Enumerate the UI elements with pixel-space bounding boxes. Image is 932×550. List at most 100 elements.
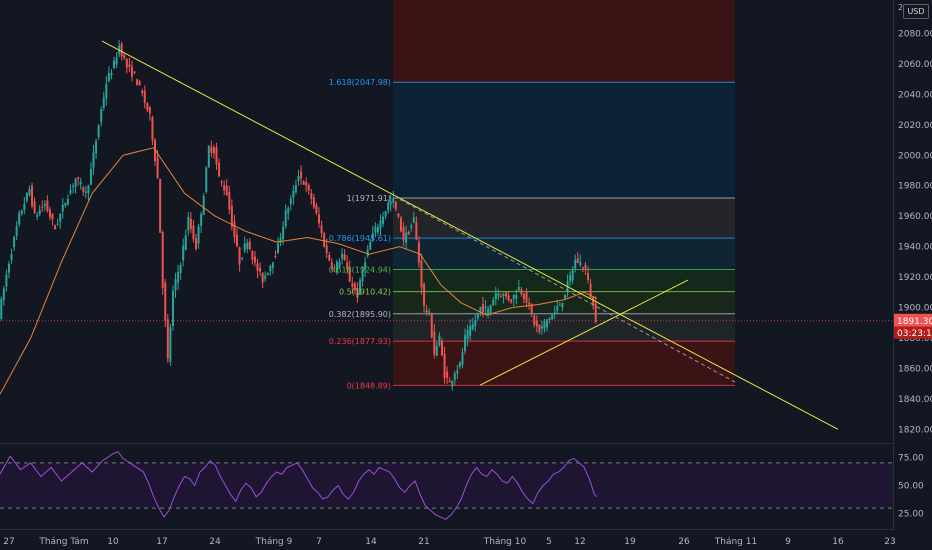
candle-body [469,326,472,336]
candle-body [177,272,180,283]
currency-badge[interactable]: USD [903,4,929,19]
candle-body [584,265,587,269]
candle-body [305,182,308,186]
candle-body [125,58,128,68]
candle-body [120,43,123,57]
candle-body [415,222,418,240]
candle-body [556,306,559,311]
candle-body [538,324,541,332]
price-tick-label: 2080.00 [898,29,932,39]
chart-canvas[interactable]: 0(1848.89) 0.236(1877.93) 0.382(1895.90) 0.… [0,0,932,550]
candle-body [512,294,515,299]
candle-body [533,315,536,325]
candle-body [25,192,28,201]
candle-body [43,203,46,207]
candle-body [7,263,10,273]
candle-body [166,319,169,359]
candle-body [251,251,254,260]
price-tick-label: 1960.00 [898,212,932,222]
candle-body [520,289,523,295]
candle-body [428,311,431,313]
time-tick-label: 14 [365,537,377,547]
candle-body [579,262,582,266]
candle-body [561,302,564,308]
candle-body [187,216,190,231]
candle-body [151,117,154,141]
candle-body [36,214,39,217]
candle-body [446,371,449,378]
candle-body [18,213,21,225]
candle-body [92,152,95,168]
candle-body [66,199,69,205]
candle-body [141,90,144,94]
candle-body [271,262,274,268]
candle-body [38,209,41,215]
candle-body [453,373,456,381]
candle-body [292,190,295,198]
candle-body [558,304,561,306]
candle-body [156,157,159,179]
candle-body [33,201,36,213]
candle-body [13,236,16,248]
candle-body [302,181,305,185]
candle-body [407,231,410,235]
time-tick-label: 23 [884,537,895,547]
candle-body [174,279,177,291]
candle-body [23,204,26,210]
candle-body [397,213,400,217]
candle-body [248,241,251,249]
candle-body [212,147,215,154]
time-tick-label: Tháng 9 [255,537,293,547]
candle-body [238,247,241,265]
candle-body [587,272,590,280]
candle-body [277,243,280,254]
fib-label-0.236: 0.236(1877.93) [329,337,391,346]
price-tick-label: 1860.00 [898,364,932,374]
candle-body [571,269,574,281]
candle-body [41,206,44,208]
fib-label-0.786: 0.786(1945.61) [329,234,391,243]
candle-body [399,217,402,232]
fib-zone-top [393,0,735,83]
candle-body [366,249,369,257]
candle-body [15,226,18,236]
candle-body [205,167,208,192]
rsi-panel: 75.00 50.00 25.00 [0,450,924,520]
candle-body [123,55,126,59]
candle-body [171,290,174,327]
candle-body [492,299,495,306]
price-tick-label: 1980.00 [898,182,932,192]
candle-body [351,283,354,287]
candle-body [10,253,13,261]
candle-body [161,232,164,288]
candle-body [494,292,497,300]
candle-body [379,220,382,229]
candle-body [476,312,479,319]
candle-body [200,214,203,226]
candle-body [236,234,239,247]
candle-body [328,255,331,261]
candle-body [440,341,443,356]
rsi-tick-label: 50.00 [898,482,924,492]
candle-body [207,146,210,168]
candle-body [435,345,438,357]
candle-body [315,204,318,214]
price-tick-label: 2020.00 [898,121,932,131]
time-tick-label: 9 [785,537,791,547]
candle-body [505,292,508,297]
candle-body [87,185,90,194]
candle-body [540,326,543,329]
candle-body [499,296,502,298]
candle-body [79,182,82,185]
candle-body [464,335,467,352]
candle-body [20,210,23,214]
candle-body [77,177,80,179]
candle-body [218,162,221,177]
candle-body [502,294,505,297]
candle-body [72,185,75,187]
fib-labels: 0(1848.89) 0.236(1877.93) 0.382(1895.90) 0.… [329,78,391,390]
candle-body [479,307,482,312]
candle-body [343,254,346,261]
candle-body [95,140,98,154]
candle-body [451,380,454,387]
